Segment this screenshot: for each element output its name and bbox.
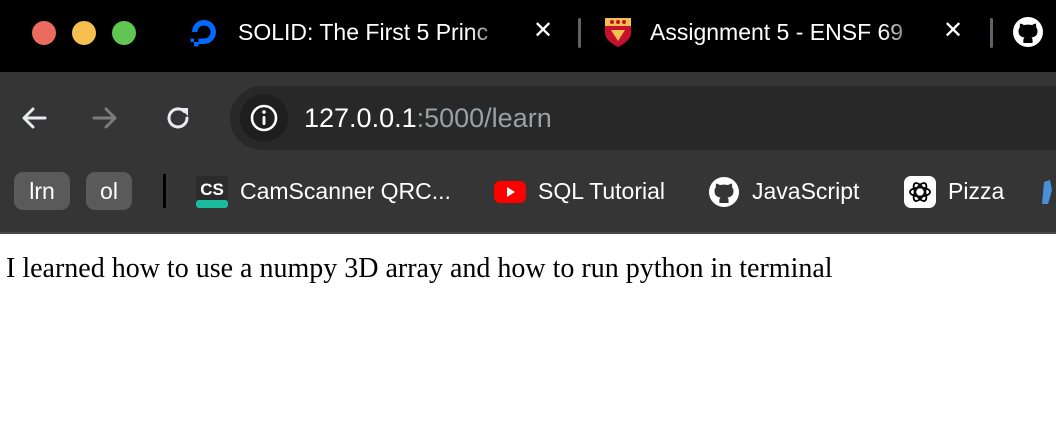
tab-solid-principles[interactable]: SOLID: The First 5 Princ ✕ [188,0,560,64]
bookmark-icon [1040,176,1056,208]
youtube-icon [494,176,526,208]
address-bar[interactable]: 127.0.0.1:5000/learn [230,86,1056,150]
close-tab-icon[interactable]: ✕ [940,18,966,44]
bookmarks-bar: lrn ol CS CamScanner QRC... SQL Tutorial [0,164,1056,234]
bookmark-folder-ol[interactable]: ol [86,172,132,210]
bookmark-label: CamScanner QRC... [240,178,451,204]
url-text[interactable]: 127.0.0.1:5000/learn [304,103,552,134]
site-info-icon[interactable] [240,94,288,142]
github-icon [708,176,740,208]
forward-arrow-icon[interactable] [87,100,123,136]
bookmark-label: JavaScript [752,178,860,204]
svg-text:CS: CS [200,180,224,199]
tab-title: SOLID: The First 5 Princ [238,19,489,45]
close-tab-icon[interactable]: ✕ [530,18,556,44]
minimize-window-button[interactable] [72,21,96,45]
bookmark-pizza[interactable]: Pizza [904,174,1014,210]
maximize-window-button[interactable] [112,21,136,45]
bookmark-javascript[interactable]: JavaScript [708,174,880,210]
bookmark-label: SQL Tutorial [538,178,665,204]
github-icon [1012,16,1044,48]
bookmark-folder-lrn[interactable]: lrn [14,172,70,210]
bookmark-sql-tutorial[interactable]: SQL Tutorial [494,174,684,210]
tab-assignment-5[interactable]: Assignment 5 - ENSF 69 ✕ [602,0,972,64]
tab-title: Assignment 5 - ENSF 69 [650,19,904,45]
reload-icon[interactable] [160,100,196,136]
bookmark-label: Pizza [948,178,1005,204]
url-host: 127.0.0.1 [304,103,417,133]
camscanner-icon: CS [196,176,228,208]
back-arrow-icon[interactable] [16,100,52,136]
bookmark-camscanner[interactable]: CS CamScanner QRC... [196,174,466,210]
digitalocean-icon [188,16,220,48]
url-path: :5000/learn [416,103,552,133]
openai-icon [904,176,936,208]
tab-separator [990,18,993,48]
bookmark-overflow-partial[interactable] [1040,174,1056,210]
tab-github[interactable] [1012,0,1056,64]
bookmark-divider [163,174,166,208]
tab-separator [578,18,581,48]
browser-toolbar: 127.0.0.1:5000/learn [0,72,1056,164]
university-crest-icon [602,16,634,48]
close-window-button[interactable] [32,21,56,45]
tab-strip: SOLID: The First 5 Princ ✕ Assignment 5 … [0,0,1056,72]
page-text: I learned how to use a numpy 3D array an… [6,253,833,284]
browser-window: SOLID: The First 5 Princ ✕ Assignment 5 … [0,0,1056,448]
page-content: I learned how to use a numpy 3D array an… [0,234,1056,448]
